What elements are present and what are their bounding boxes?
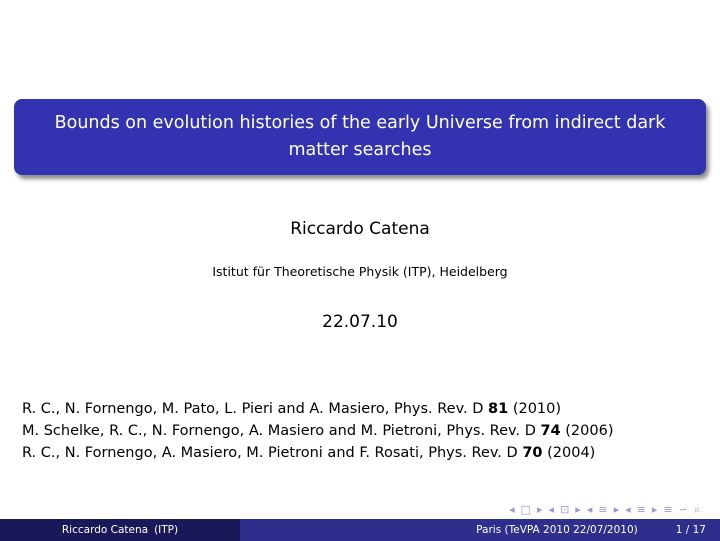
nav-right-arrow-icon[interactable]: ▸ (614, 503, 620, 517)
reference-item: R. C., N. Fornengo, A. Masiero, M. Pietr… (22, 442, 613, 464)
nav-left-arrow-icon[interactable]: ◂ (625, 503, 631, 517)
author-name: Riccardo Catena (290, 219, 430, 239)
nav-search-icon[interactable]: ⌕ (694, 503, 700, 517)
nav-left-arrow-icon[interactable]: ◂ (587, 503, 593, 517)
footer-left: Riccardo Catena (ITP) (0, 519, 240, 541)
reference-year: (2004) (542, 445, 596, 461)
reference-item: M. Schelke, R. C., N. Fornengo, A. Masie… (22, 420, 613, 442)
reference-text: R. C., N. Fornengo, M. Pato, L. Pieri an… (22, 401, 489, 417)
nav-section-icon[interactable]: ≡ (598, 503, 607, 517)
reference-volume: 81 (488, 401, 509, 417)
institute: Istitut für Theoretische Physik (ITP), H… (212, 264, 508, 279)
reference-year: (2010) (508, 401, 562, 417)
reference-volume: 70 (522, 445, 543, 461)
nav-section-icon[interactable]: ≡ (637, 503, 646, 517)
footer-author: Riccardo Catena (61, 524, 149, 536)
footer-bar: Riccardo Catena (ITP) Paris (TeVPA 2010 … (0, 519, 720, 541)
nav-right-arrow-icon[interactable]: ▸ (575, 503, 581, 517)
slide-title-line2: matter searches (288, 140, 432, 160)
nav-search-icon[interactable]: ∽ (679, 503, 688, 517)
nav-left-arrow-icon[interactable]: ◂ (509, 503, 515, 517)
beamer-navigation-bar: ◂ □ ▸ ◂ ⊡ ▸ ◂ ≡ ▸ ◂ ≡ ▸ ≡ ∽ ⌕ (509, 503, 700, 517)
reference-list: R. C., N. Fornengo, M. Pato, L. Pieri an… (22, 398, 613, 464)
footer-right: Paris (TeVPA 2010 22/07/2010) 1 / 17 (240, 519, 720, 541)
reference-item: R. C., N. Fornengo, M. Pato, L. Pieri an… (22, 398, 613, 420)
footer-institute: (ITP) (154, 524, 179, 536)
reference-volume: 74 (540, 423, 561, 439)
reference-text: M. Schelke, R. C., N. Fornengo, A. Masie… (22, 423, 541, 439)
footer-event: Paris (TeVPA 2010 22/07/2010) (476, 524, 638, 536)
nav-subsection-icon[interactable]: ⊡ (560, 503, 569, 517)
nav-right-arrow-icon[interactable]: ▸ (652, 503, 658, 517)
slide-title-box: Bounds on evolution histories of the ear… (14, 99, 706, 175)
page-counter: 1 / 17 (675, 524, 706, 536)
presentation-date: 22.07.10 (322, 312, 398, 332)
nav-align-icon[interactable]: ≡ (663, 503, 672, 517)
reference-year: (2006) (560, 423, 614, 439)
reference-text: R. C., N. Fornengo, A. Masiero, M. Pietr… (22, 445, 523, 461)
nav-right-arrow-icon[interactable]: ▸ (537, 503, 543, 517)
slide-title: Bounds on evolution histories of the ear… (19, 110, 702, 164)
nav-frame-icon[interactable]: □ (521, 503, 531, 517)
slide-title-line1: Bounds on evolution histories of the ear… (54, 113, 666, 133)
nav-left-arrow-icon[interactable]: ◂ (549, 503, 555, 517)
